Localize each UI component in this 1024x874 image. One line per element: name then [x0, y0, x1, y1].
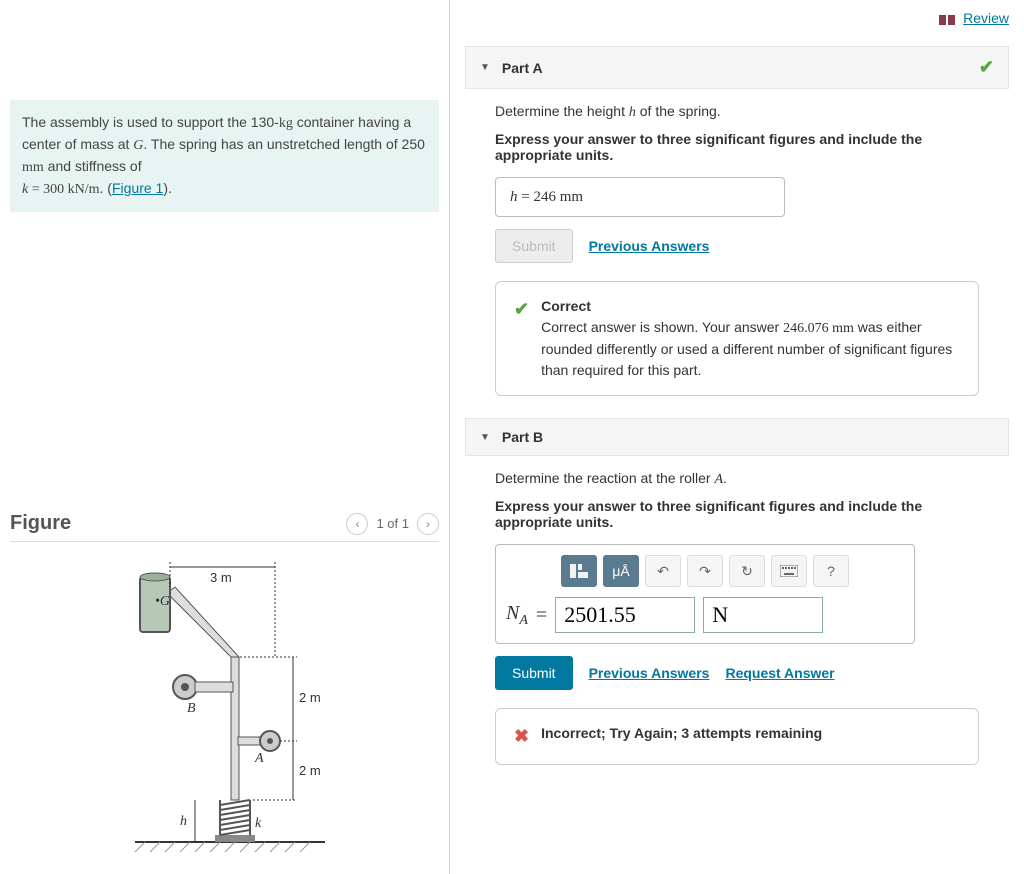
book-icon [939, 13, 955, 25]
part-b-header[interactable]: ▼ Part B [465, 418, 1009, 456]
submit-button: Submit [495, 229, 573, 263]
template-button[interactable] [561, 555, 597, 587]
part-a-header[interactable]: ▼ Part A ✔ [465, 46, 1009, 89]
math-input: μÅ ↶ ↷ ↻ ? NA = [495, 544, 915, 644]
part-a-answer: h = 246 mm [495, 177, 785, 217]
part-b-instruct: Express your answer to three significant… [495, 498, 979, 530]
svg-text:3 m: 3 m [210, 570, 232, 585]
var-A: A [714, 472, 723, 487]
x-icon: ✖ [514, 723, 529, 750]
part-a-body: Determine the height h of the spring. Ex… [465, 89, 1009, 410]
text: The assembly is used to support the 130- [22, 114, 279, 130]
svg-text:2 m: 2 m [299, 690, 321, 705]
keyboard-button[interactable] [771, 555, 807, 587]
unit-kg: kg [279, 116, 293, 131]
caret-down-icon: ▼ [480, 62, 490, 73]
var-h: h [629, 105, 636, 120]
figure-counter: 1 of 1 [376, 516, 409, 531]
units-button[interactable]: μÅ [603, 555, 639, 587]
text: . ( [100, 180, 112, 196]
help-button[interactable]: ? [813, 555, 849, 587]
part-a-instruct: Express your answer to three significant… [495, 131, 979, 163]
figure-next-button[interactable]: › [417, 513, 439, 535]
part-a-title: Part A [502, 60, 543, 76]
feedback-text: Incorrect; Try Again; 3 attempts remaini… [541, 723, 822, 750]
text: . The spring has an unstretched length o… [143, 136, 425, 152]
undo-button[interactable]: ↶ [645, 555, 681, 587]
svg-text:h: h [180, 814, 187, 829]
figure-image: •G B A 3 m 2 m 2 m [10, 557, 439, 857]
unit-input[interactable] [703, 597, 823, 633]
part-a-prompt: Determine the height h of the spring. [495, 103, 979, 121]
previous-answers-link[interactable]: Previous Answers [589, 665, 710, 681]
figure-nav: ‹ 1 of 1 › [346, 513, 439, 535]
problem-statement: The assembly is used to support the 130-… [10, 100, 439, 212]
request-answer-link[interactable]: Request Answer [725, 665, 834, 681]
var-G: G [133, 138, 143, 153]
part-b-body: Determine the reaction at the roller A. … [465, 456, 1009, 779]
svg-text:A: A [254, 751, 264, 766]
text: and stiffness of [44, 158, 142, 174]
figure-prev-button[interactable]: ‹ [346, 513, 368, 535]
caret-down-icon: ▼ [480, 432, 490, 443]
svg-text:2 m: 2 m [299, 763, 321, 778]
answer-label: NA [506, 602, 528, 629]
value-input[interactable] [555, 597, 695, 633]
eq: = 300 kN/m [28, 182, 99, 197]
previous-answers-link[interactable]: Previous Answers [589, 238, 710, 254]
feedback-title: Correct [541, 296, 960, 317]
part-b-prompt: Determine the reaction at the roller A. [495, 470, 979, 488]
var-h: h [510, 189, 518, 205]
feedback-value: 246.076 mm [783, 321, 854, 336]
right-panel: Review ▼ Part A ✔ Determine the height h… [450, 0, 1024, 874]
submit-button[interactable]: Submit [495, 656, 573, 690]
figure-title: Figure [10, 512, 71, 535]
part-a-feedback: ✔ Correct Correct answer is shown. Your … [495, 281, 979, 396]
unit-mm: mm [22, 160, 44, 175]
review-bar: Review [465, 0, 1009, 46]
part-b-feedback: ✖ Incorrect; Try Again; 3 attempts remai… [495, 708, 979, 765]
svg-text:•G: •G [155, 594, 170, 609]
left-panel: The assembly is used to support the 130-… [0, 0, 450, 874]
redo-button[interactable]: ↷ [687, 555, 723, 587]
input-toolbar: μÅ ↶ ↷ ↻ ? [506, 555, 904, 587]
svg-text:k: k [255, 816, 262, 831]
figure-section: Figure ‹ 1 of 1 › [10, 512, 439, 857]
answer-input-row: NA = [506, 597, 904, 633]
figure-link[interactable]: Figure 1 [112, 180, 163, 196]
check-icon: ✔ [979, 57, 994, 78]
reset-button[interactable]: ↻ [729, 555, 765, 587]
check-icon: ✔ [514, 296, 529, 381]
svg-text:B: B [187, 701, 196, 716]
feedback-text: Correct answer is shown. Your answer 246… [541, 317, 960, 381]
text: ). [163, 180, 172, 196]
review-link[interactable]: Review [963, 10, 1009, 26]
part-b-title: Part B [502, 429, 543, 445]
